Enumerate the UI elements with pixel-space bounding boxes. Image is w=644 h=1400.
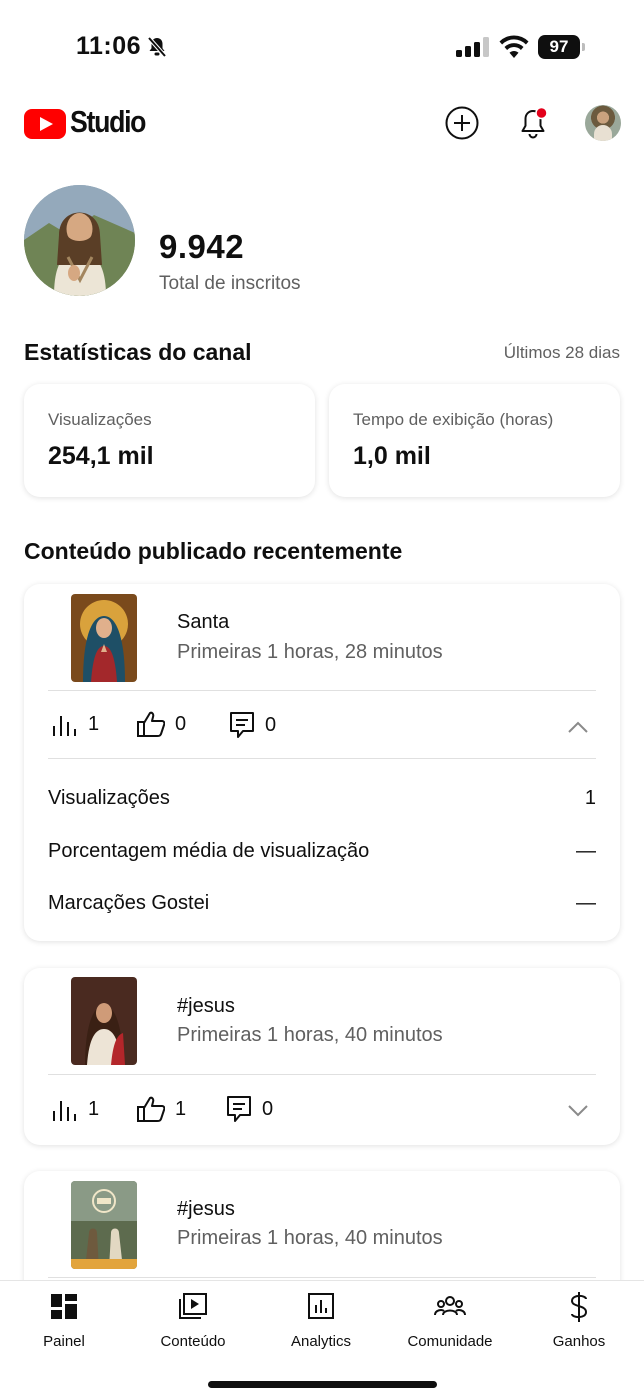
detail-row-avg-percentage: Porcentagem média de visualização — [48, 840, 596, 863]
views-stat-value: 254,1 mil [48, 442, 154, 470]
card-divider [48, 758, 596, 759]
video-title[interactable]: #jesus [177, 1198, 235, 1221]
video-meta: Primeiras 1 horas, 28 minutos [177, 641, 443, 663]
signal-icon [456, 37, 489, 57]
app-header: Studio [0, 98, 644, 150]
community-icon [434, 1296, 466, 1316]
channel-portrait-image [24, 185, 135, 296]
channel-avatar[interactable] [24, 185, 135, 296]
nav-item-ganhos[interactable]: Ganhos [524, 1291, 634, 1350]
comments-count: 0 [262, 1097, 274, 1120]
video-meta: Primeiras 1 horas, 40 minutos [177, 1024, 443, 1046]
bell-off-icon [147, 36, 167, 58]
likes-count: 0 [175, 712, 187, 735]
earn-icon [570, 1292, 588, 1322]
card-divider [48, 1074, 596, 1075]
comments-metric: 0 [229, 711, 276, 739]
detail-label: Porcentagem média de visualização [48, 840, 370, 862]
views-stat-card[interactable]: Visualizações 254,1 mil [24, 384, 315, 497]
nav-item-comunidade[interactable]: Comunidade [395, 1291, 505, 1350]
detail-row-likes: Marcações Gostei — [48, 892, 596, 915]
watch-time-stat-label: Tempo de exibição (horas) [353, 410, 554, 429]
nav-item-analytics[interactable]: Analytics [266, 1291, 376, 1350]
nav-label: Conteúdo [160, 1333, 226, 1350]
wifi-icon [499, 35, 529, 58]
status-time: 11:06 [76, 32, 142, 60]
stats-period[interactable]: Últimos 28 dias [504, 343, 620, 363]
nav-item-painel[interactable]: Painel [9, 1291, 119, 1350]
views-bars-icon [53, 715, 76, 736]
detail-value: — [576, 840, 596, 862]
recent-content-title: Conteúdo publicado recentemente [24, 538, 403, 564]
comments-metric: 0 [226, 1095, 273, 1123]
comments-count: 0 [265, 713, 277, 736]
subscriber-label: Total de inscritos [159, 273, 301, 294]
studio-brand[interactable]: Studio [70, 104, 146, 140]
views-count: 1 [88, 1098, 100, 1120]
detail-label: Visualizações [48, 787, 170, 809]
home-indicator[interactable] [208, 1381, 437, 1388]
card-divider [48, 690, 596, 691]
views-count: 1 [88, 713, 100, 735]
nav-label: Ganhos [552, 1333, 606, 1350]
content-icon [179, 1293, 207, 1319]
comment-icon [227, 1096, 251, 1122]
detail-label: Marcações Gostei [48, 892, 210, 914]
views-metric: 1 [52, 1098, 99, 1121]
video-meta: Primeiras 1 horas, 40 minutos [177, 1227, 443, 1249]
stats-title: Estatísticas do canal [24, 339, 252, 365]
chevron-down-icon[interactable] [567, 1104, 589, 1118]
detail-value: — [576, 892, 596, 914]
notifications-bell-icon[interactable] [518, 105, 550, 141]
analytics-icon [308, 1293, 334, 1319]
card-divider [48, 1277, 596, 1278]
video-title[interactable]: #jesus [177, 995, 235, 1018]
views-metric: 1 [52, 713, 99, 736]
comment-icon [230, 712, 254, 738]
detail-row-views: Visualizações 1 [48, 787, 596, 810]
detail-value: 1 [584, 787, 596, 809]
create-button[interactable] [445, 106, 479, 140]
video-title[interactable]: Santa [177, 611, 229, 634]
nav-label: Painel [43, 1333, 85, 1350]
watch-time-stat-card[interactable]: Tempo de exibição (horas) 1,0 mil [329, 384, 620, 497]
video-thumbnail[interactable] [71, 977, 137, 1065]
likes-metric: 1 [137, 1096, 186, 1122]
watch-time-stat-value: 1,0 mil [353, 442, 431, 470]
thumbs-up-icon [137, 1096, 165, 1122]
nav-item-conteudo[interactable]: Conteúdo [138, 1291, 248, 1350]
views-bars-icon [53, 1100, 76, 1121]
likes-count: 1 [175, 1097, 187, 1120]
video-thumbnail[interactable] [71, 1181, 137, 1269]
content-card: Santa Primeiras 1 horas, 28 minutos 1 0 … [24, 584, 620, 941]
likes-metric: 0 [137, 711, 186, 737]
status-bar: 11:06 97 [0, 0, 644, 96]
video-thumbnail[interactable] [71, 594, 137, 682]
thumbs-up-icon [137, 711, 165, 737]
dashboard-icon [51, 1294, 77, 1319]
content-card: #jesus Primeiras 1 horas, 40 minutos 1 1… [24, 968, 620, 1145]
views-stat-label: Visualizações [48, 410, 152, 429]
nav-label: Comunidade [407, 1333, 493, 1350]
account-avatar[interactable] [585, 105, 621, 141]
chevron-up-icon[interactable] [567, 720, 589, 734]
battery-indicator: 97 [538, 35, 580, 59]
nav-label: Analytics [290, 1333, 352, 1350]
subscriber-count: 9.942 [159, 228, 245, 265]
youtube-logo-icon[interactable] [24, 109, 66, 139]
battery-tip [582, 43, 585, 51]
